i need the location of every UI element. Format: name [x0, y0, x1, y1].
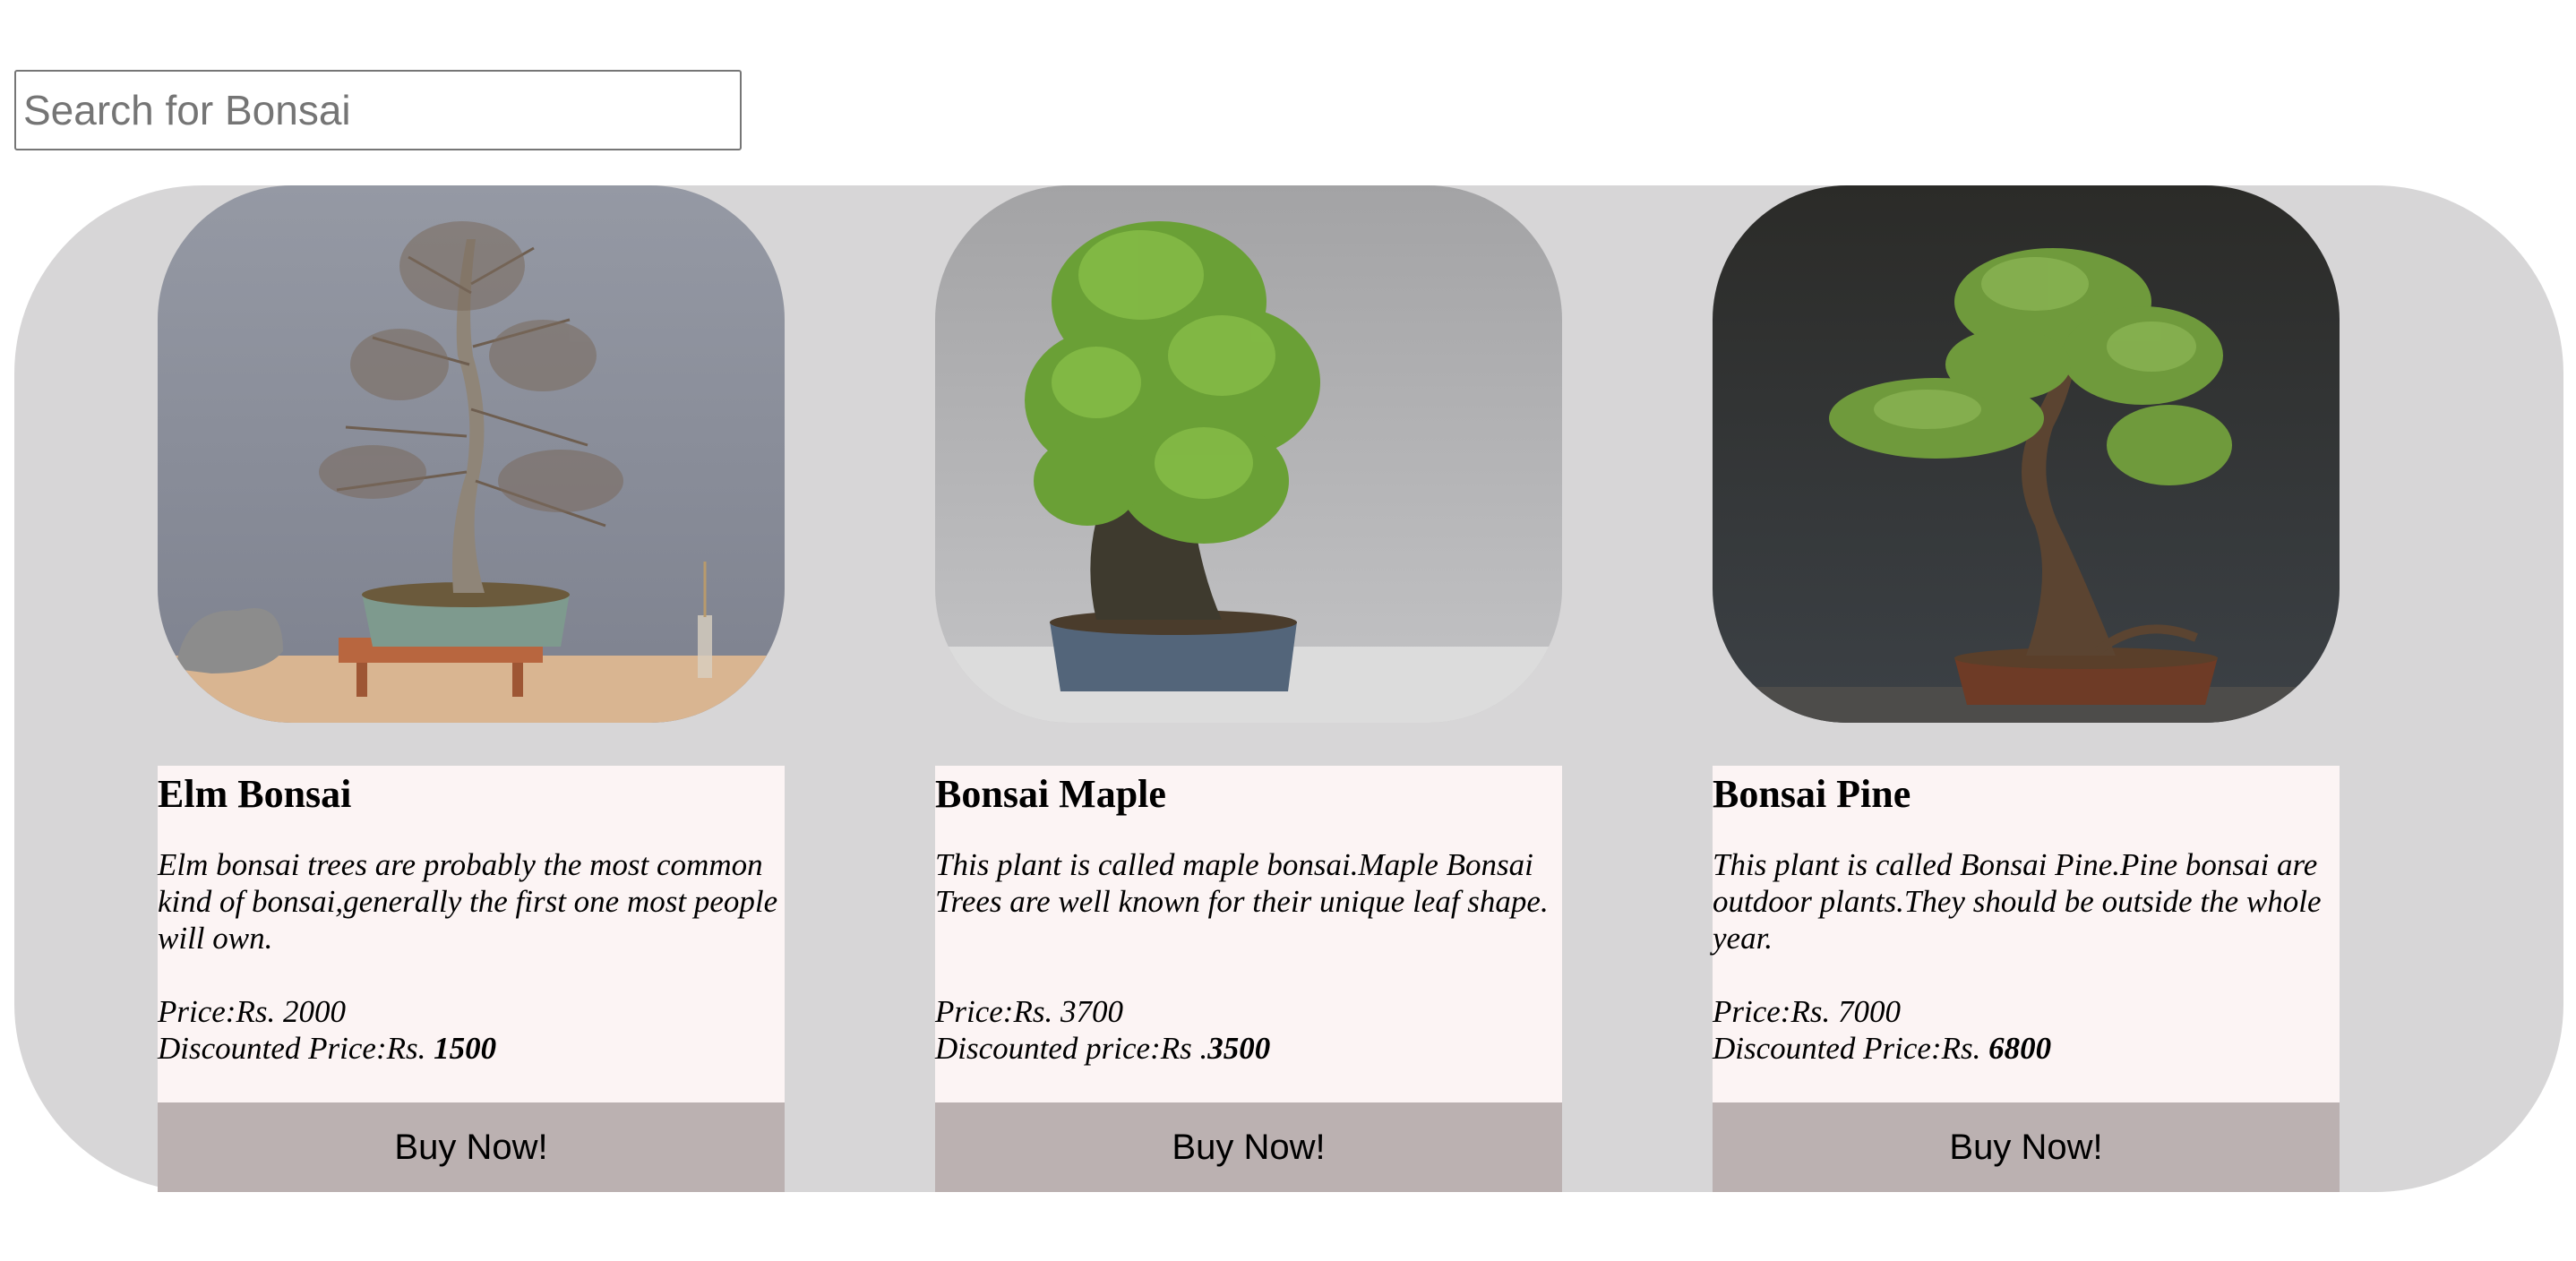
buy-now-button[interactable]: Buy Now!	[935, 1102, 1562, 1192]
product-card: Bonsai Pine This plant is called Bonsai …	[1713, 185, 2340, 1192]
discounted-price-value: 1500	[434, 1031, 497, 1066]
product-title: Bonsai Maple	[935, 772, 1166, 816]
price-label: Price:Rs. 2000	[158, 994, 346, 1029]
price-label: Price:Rs. 3700	[935, 994, 1123, 1029]
product-description: This plant is called maple bonsai.Maple …	[935, 847, 1549, 919]
product-details: Bonsai Pine This plant is called Bonsai …	[1713, 766, 2340, 1102]
bonsai-maple-image	[935, 185, 1562, 723]
product-card: Bonsai Maple This plant is called maple …	[935, 185, 1562, 1192]
product-title: Elm Bonsai	[158, 772, 352, 816]
product-card: Elm Bonsai Elm bonsai trees are probably…	[158, 185, 785, 1192]
buy-now-button[interactable]: Buy Now!	[158, 1102, 785, 1192]
bonsai-pine-image	[1713, 185, 2340, 723]
product-details: Elm Bonsai Elm bonsai trees are probably…	[158, 766, 785, 1102]
product-description: This plant is called Bonsai Pine.Pine bo…	[1713, 847, 2322, 956]
product-gallery: Elm Bonsai Elm bonsai trees are probably…	[14, 185, 2563, 1192]
elm-bonsai-image	[158, 185, 785, 723]
product-description: Elm bonsai trees are probably the most c…	[158, 847, 778, 956]
discounted-price-value: 3500	[1207, 1031, 1271, 1066]
product-pricing: Price:Rs. 7000 Discounted Price:Rs. 6800	[1713, 993, 2051, 1067]
discounted-price-label: Discounted price:Rs .	[935, 1031, 1208, 1066]
buy-now-button[interactable]: Buy Now!	[1713, 1102, 2340, 1192]
discounted-price-label: Discounted Price:Rs.	[1713, 1031, 1989, 1066]
product-details: Bonsai Maple This plant is called maple …	[935, 766, 1562, 1102]
price-label: Price:Rs. 7000	[1713, 994, 1901, 1029]
product-title: Bonsai Pine	[1713, 772, 1911, 816]
search-bar	[14, 70, 742, 150]
discounted-price-label: Discounted Price:Rs.	[158, 1031, 434, 1066]
product-pricing: Price:Rs. 3700 Discounted price:Rs .3500	[935, 993, 1270, 1067]
product-pricing: Price:Rs. 2000 Discounted Price:Rs. 1500	[158, 993, 496, 1067]
discounted-price-value: 6800	[1988, 1031, 2052, 1066]
search-input[interactable]	[14, 70, 742, 150]
